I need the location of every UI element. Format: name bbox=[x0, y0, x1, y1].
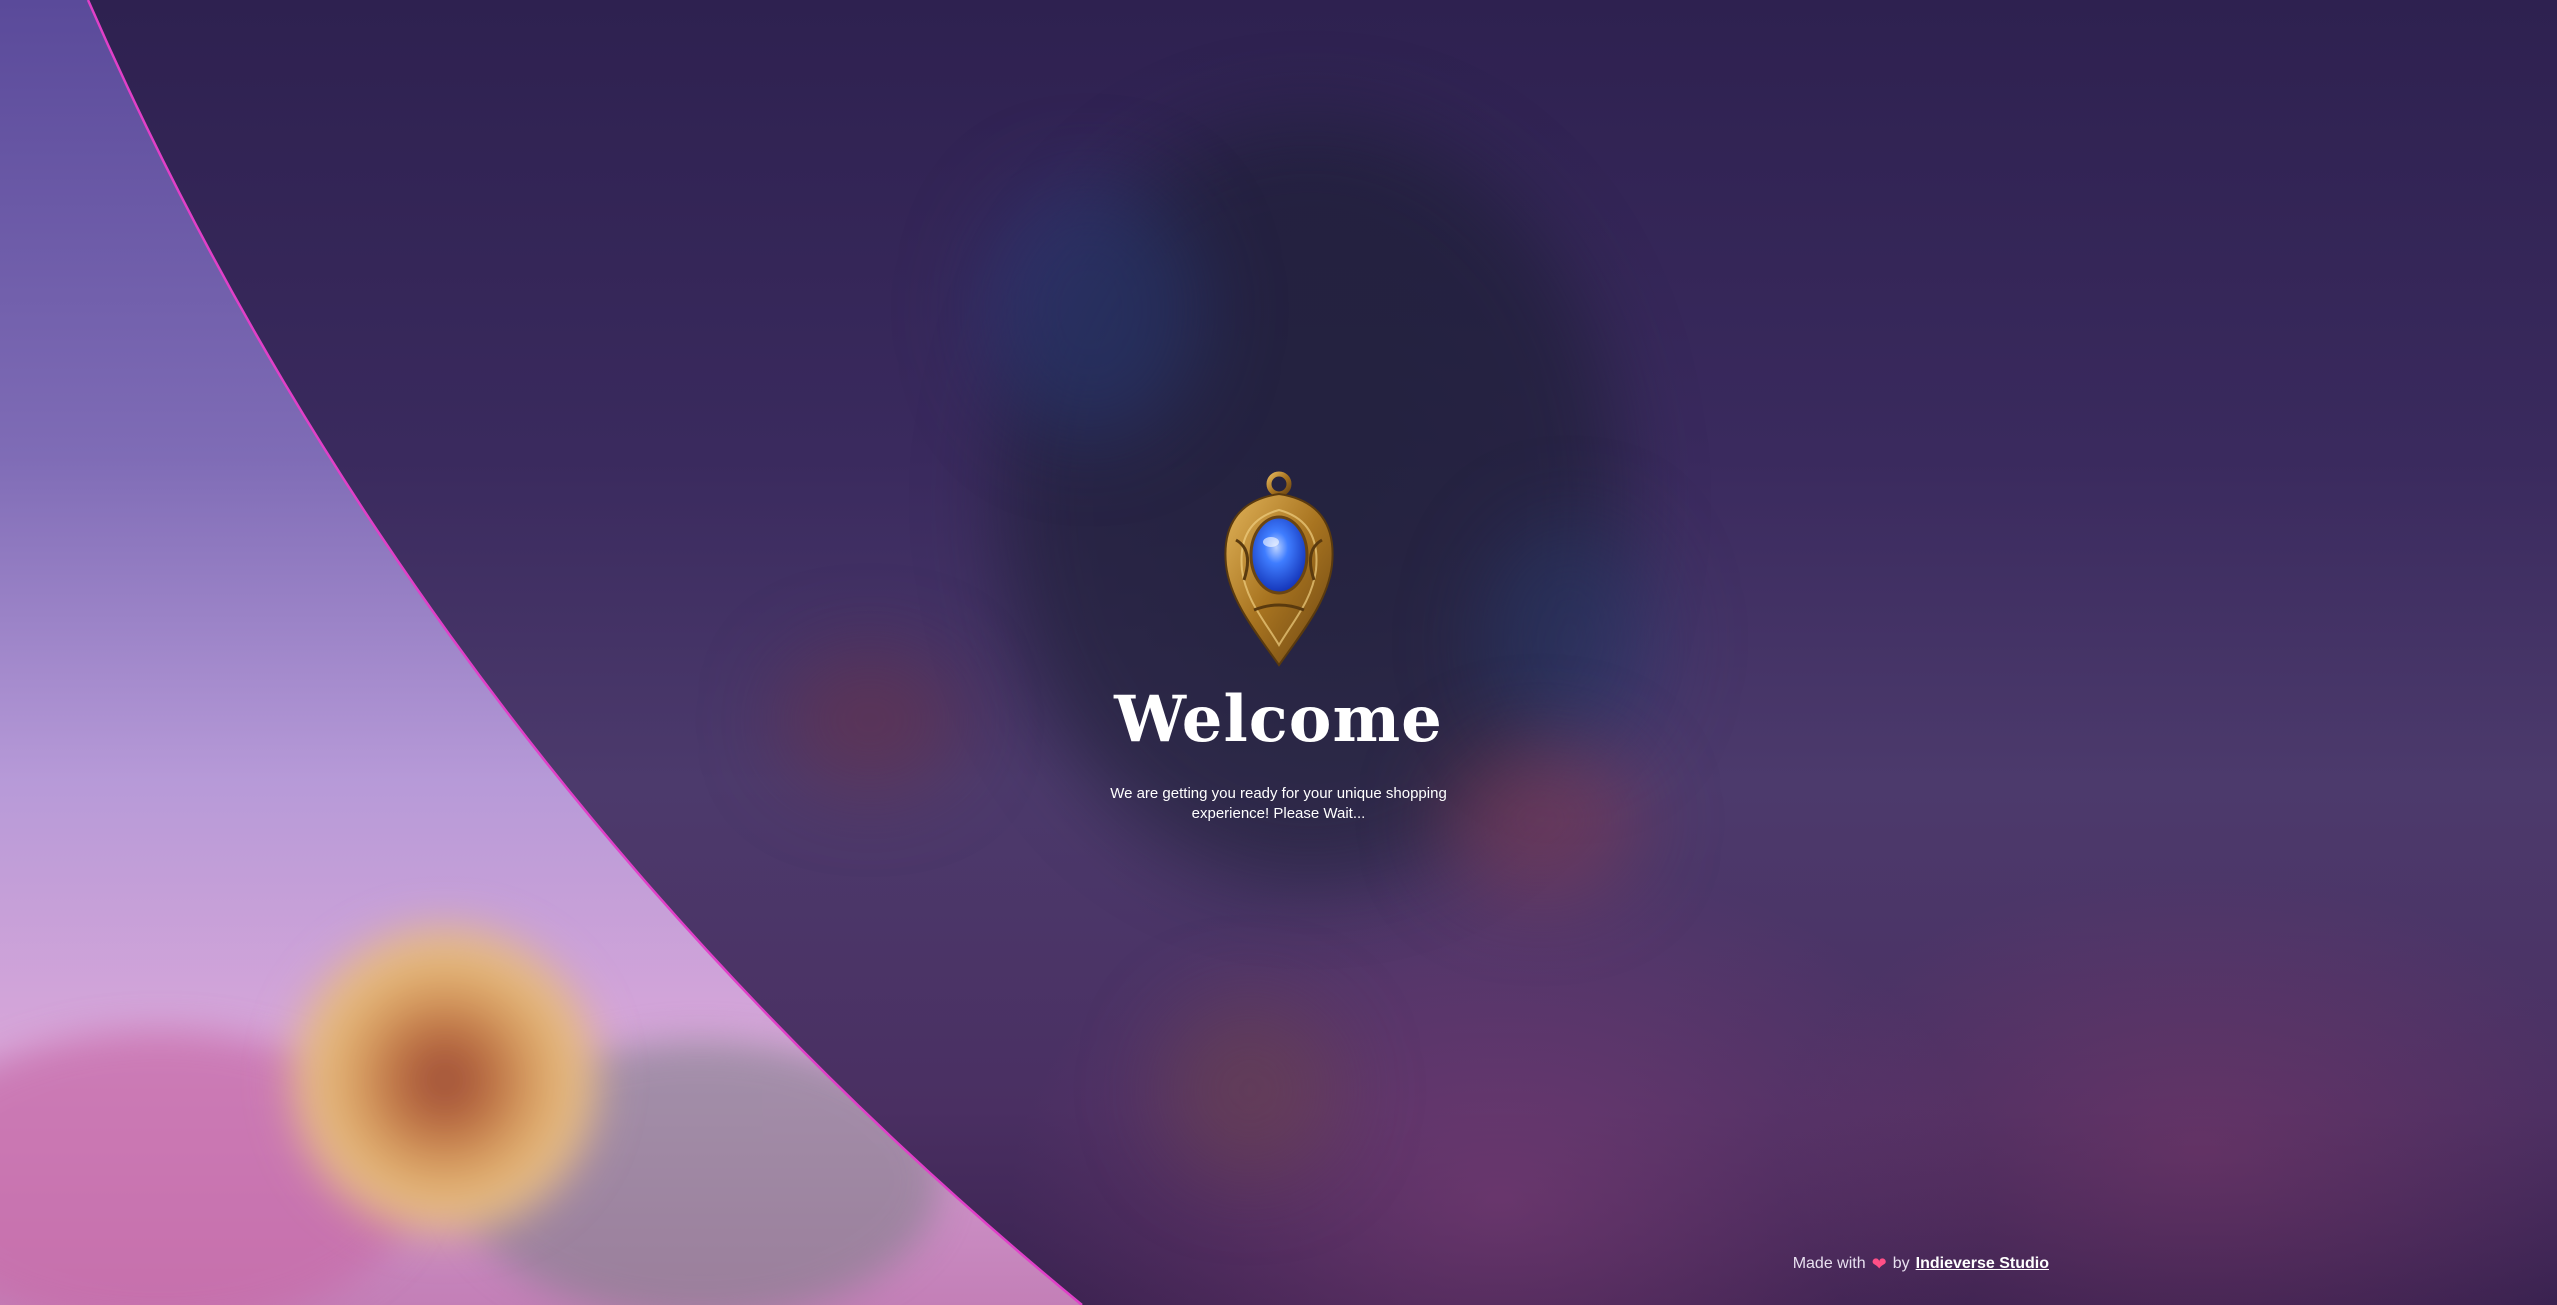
loading-message: We are getting you ready for your unique… bbox=[1110, 785, 1447, 822]
by-text: by bbox=[1892, 1255, 1910, 1272]
footer-credit: Made with ❤ by Indieverse Studio bbox=[1793, 1255, 2049, 1273]
welcome-title: Welcome bbox=[1114, 682, 1443, 757]
gem-pendant-icon bbox=[1223, 471, 1334, 667]
loading-screen: Welcome We are getting you ready for you… bbox=[0, 0, 2557, 1305]
studio-link[interactable]: Indieverse Studio bbox=[1916, 1255, 2049, 1273]
made-with-text: Made with bbox=[1792, 1255, 1866, 1272]
welcome-panel: Welcome We are getting you ready for you… bbox=[0, 470, 2557, 824]
heart-icon: ❤ bbox=[1871, 1254, 1887, 1274]
